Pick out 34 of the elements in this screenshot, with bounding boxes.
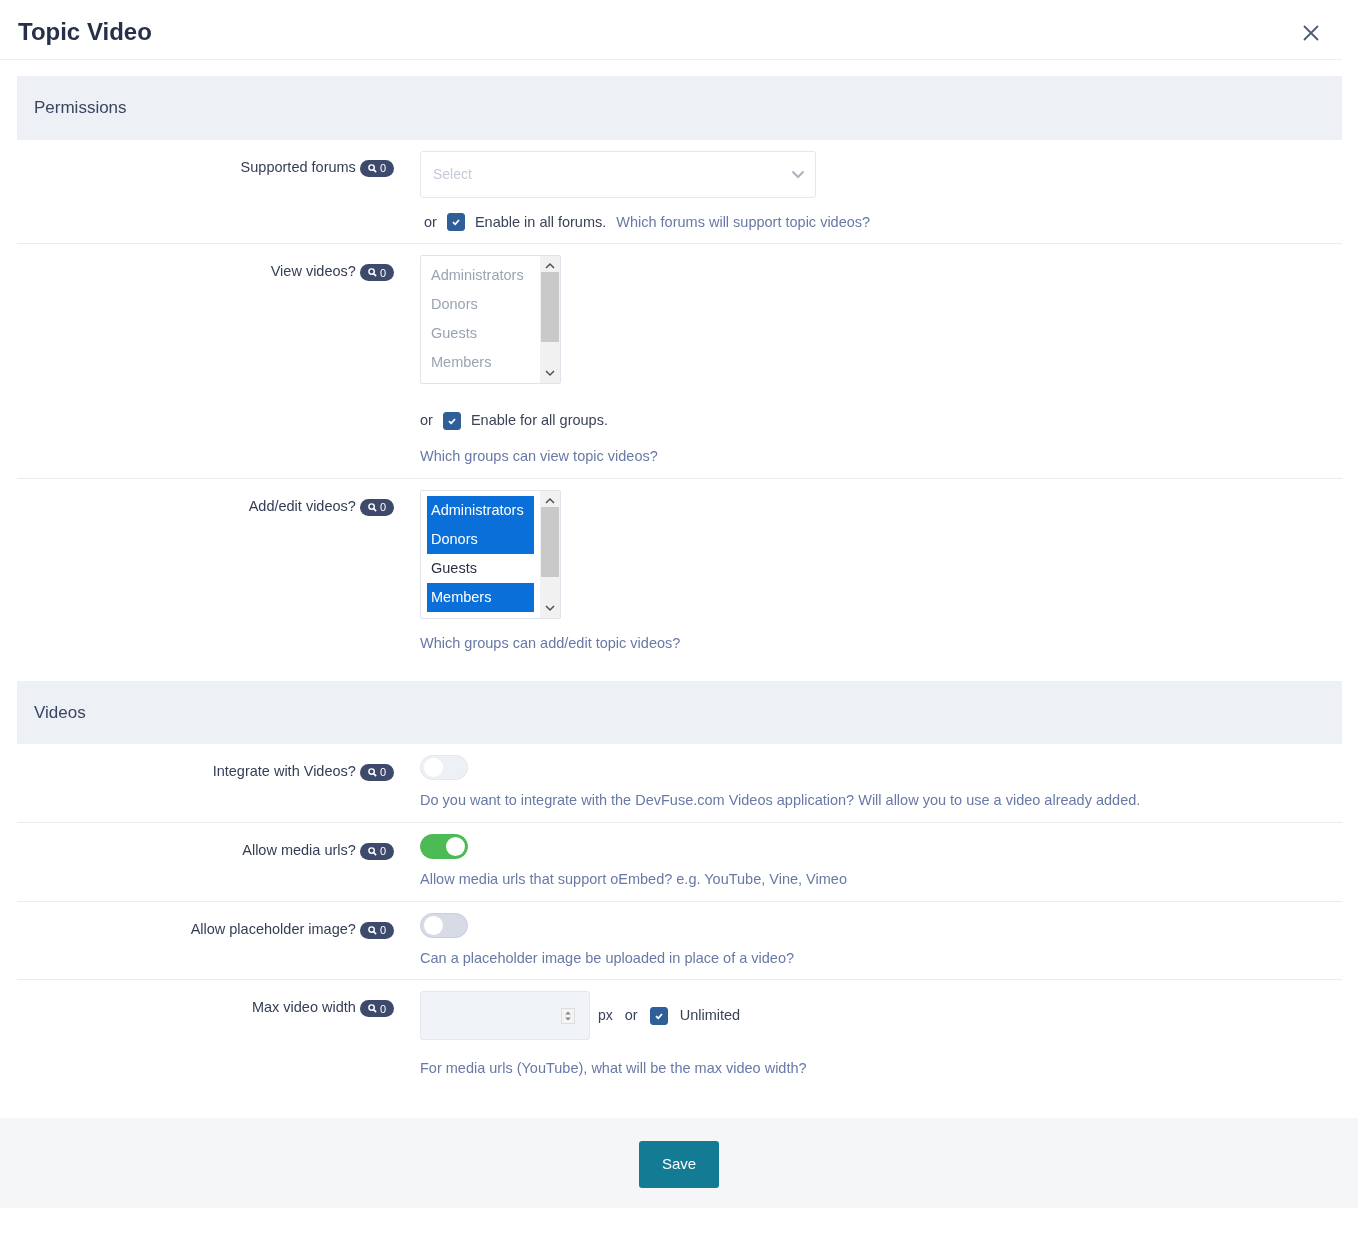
help-text: Do you want to integrate with the DevFuse.com Videos application? Will allow you to use a video already added.: [420, 791, 1142, 810]
save-button[interactable]: Save: [638, 1141, 720, 1188]
help-text: Can a placeholder image be uploaded in place of a video?: [420, 948, 796, 968]
or-text: or: [424, 212, 437, 232]
field-label: Max video width: [251, 998, 356, 1018]
section-header: Permissions: [17, 76, 1342, 140]
help-text: For media urls (YouTube), what will be the max video width?: [420, 1059, 808, 1079]
unit-text: px: [598, 1006, 613, 1026]
search-count-badge[interactable]: 0: [359, 498, 394, 516]
search-count-badge[interactable]: 0: [359, 842, 394, 860]
help-text: Allow media urls that support oEmbed? e.g. YouTube, Vine, Vimeo: [420, 869, 848, 889]
field-label: Allow media urls?: [242, 840, 356, 860]
search-count-badge[interactable]: 0: [359, 159, 394, 177]
checkbox-label: Enable for all groups.: [470, 411, 608, 431]
field-label: Allow placeholder image?: [190, 919, 356, 939]
or-text: or: [420, 411, 433, 431]
section-header: Videos: [17, 680, 1342, 744]
listbox-option[interactable]: Members: [427, 582, 534, 612]
search-count-badge[interactable]: 0: [359, 1000, 394, 1018]
dialog-title: Topic Video: [18, 18, 152, 47]
listbox-option[interactable]: Guests: [427, 553, 534, 583]
field-label: Supported forums: [240, 157, 356, 177]
listbox-option[interactable]: Donors: [427, 524, 534, 554]
help-text: Which groups can add/edit topic videos?: [420, 633, 682, 653]
search-count-badge[interactable]: 0: [359, 921, 394, 939]
field-label: View videos?: [270, 262, 356, 282]
checkbox-label: Unlimited: [679, 1005, 741, 1025]
checkbox-label: Enable in all forums.: [474, 212, 607, 232]
field-label: Integrate with Videos?: [212, 762, 356, 781]
or-text: or: [624, 1005, 638, 1025]
field-label: Add/edit videos?: [248, 496, 356, 516]
group-listbox[interactable]: Administrators Donors Guests Members: [420, 489, 561, 619]
listbox-option[interactable]: Administrators: [427, 495, 534, 525]
help-text: Which groups can view topic videos?: [420, 447, 659, 466]
